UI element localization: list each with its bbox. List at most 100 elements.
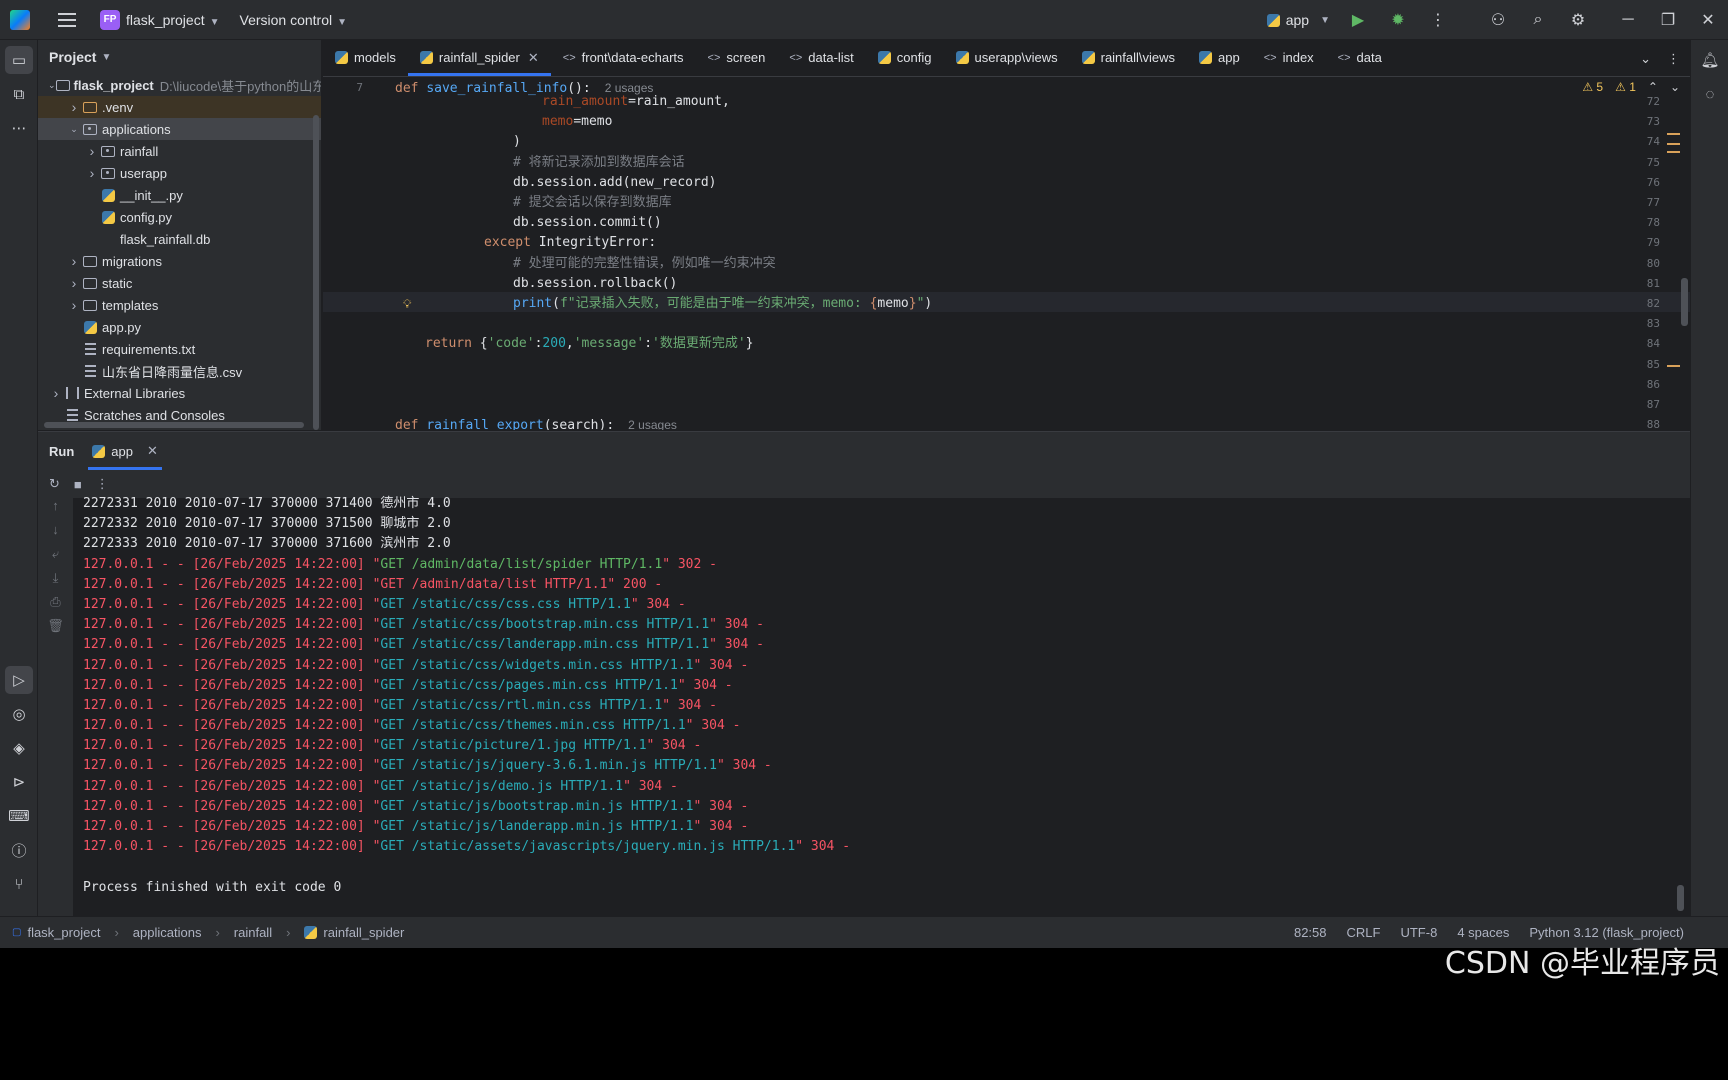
- more-tools-icon[interactable]: ⋯: [5, 114, 33, 142]
- tree-item[interactable]: app.py: [38, 316, 321, 338]
- run-tab-app[interactable]: app ✕: [88, 432, 162, 470]
- restore-icon[interactable]: ❐: [1648, 0, 1688, 40]
- project-badge[interactable]: FP: [100, 9, 120, 30]
- console-scrollbar[interactable]: [1677, 885, 1684, 911]
- problems-icon[interactable]: ⓘ: [5, 836, 33, 864]
- breadcrumb-item[interactable]: applications: [133, 925, 202, 940]
- tab-rainfall-views[interactable]: rainfall\views: [1070, 39, 1187, 76]
- breadcrumb-item[interactable]: flask_project: [27, 925, 100, 940]
- tree-item[interactable]: › userapp: [38, 162, 321, 184]
- tree-item[interactable]: › rainfall: [38, 140, 321, 162]
- services-icon[interactable]: ⊳: [5, 768, 33, 796]
- chevron-right-icon[interactable]: ›: [84, 143, 100, 159]
- inspection-widget[interactable]: ⚠ 5 ⚠ 1 ⌃ ⌄: [1582, 80, 1680, 94]
- tree-item[interactable]: › migrations: [38, 250, 321, 272]
- close-tab-icon[interactable]: ✕: [528, 50, 539, 66]
- terminal-icon[interactable]: ⌨: [5, 802, 33, 830]
- lightbulb-icon[interactable]: 💡︎: [403, 294, 411, 314]
- breadcrumb-item[interactable]: rainfall: [234, 925, 272, 940]
- run-icon[interactable]: ▶: [1338, 0, 1378, 40]
- tree-item[interactable]: › External Libraries: [38, 382, 321, 404]
- python-packages-icon[interactable]: ◈: [5, 734, 33, 762]
- log-request: GET /admin/data/list/spider HTTP/1.1: [380, 556, 663, 572]
- more-options-icon[interactable]: ⋮: [96, 476, 109, 492]
- tree-item[interactable]: ⌄ applications: [38, 118, 321, 140]
- tree-item[interactable]: ⌄ flask_project D:\liucode\基于python的山东省: [38, 74, 321, 96]
- debug-icon[interactable]: ✹: [1378, 0, 1418, 40]
- tab-rainfall-spider[interactable]: rainfall_spider ✕: [407, 39, 551, 76]
- prev-highlight-icon[interactable]: ⌃: [1648, 80, 1658, 94]
- tab-options-icon[interactable]: ⋮: [1667, 51, 1680, 67]
- tree-item[interactable]: __init__.py: [38, 184, 321, 206]
- chevron-right-icon[interactable]: ›: [48, 385, 64, 401]
- vcs-label: Version control: [239, 11, 333, 28]
- python-console-icon[interactable]: ◎: [5, 700, 33, 728]
- folder-icon: [83, 299, 97, 311]
- print-icon[interactable]: ⎙: [38, 594, 73, 618]
- line-separator[interactable]: CRLF: [1347, 925, 1381, 940]
- stop-icon[interactable]: ■: [74, 477, 82, 492]
- tree-item[interactable]: 山东省日降雨量信息.csv: [38, 360, 321, 382]
- add-user-icon[interactable]: ⚇: [1478, 0, 1518, 40]
- close-icon[interactable]: ✕: [1688, 0, 1728, 40]
- chevron-right-icon[interactable]: ›: [66, 99, 82, 115]
- git-icon[interactable]: ⑂: [5, 870, 33, 898]
- tree-item[interactable]: › static: [38, 272, 321, 294]
- tree-item[interactable]: config.py: [38, 206, 321, 228]
- tab-app[interactable]: app: [1187, 39, 1252, 76]
- file-encoding[interactable]: UTF-8: [1400, 925, 1437, 940]
- vcs-menu[interactable]: Version control ▼: [240, 12, 348, 28]
- console-line: 127.0.0.1 - - [26/Feb/2025 14:22:00] "GE…: [83, 797, 1643, 817]
- tab-data-list[interactable]: <> data-list: [777, 39, 865, 76]
- rerun-icon[interactable]: ↻: [49, 476, 60, 492]
- structure-tool-icon[interactable]: ⧉: [5, 80, 33, 108]
- next-highlight-icon[interactable]: ⌄: [1670, 80, 1680, 94]
- project-panel: Project ▼ ⌄ flask_project D:\liucode\基于pyth…: [38, 40, 322, 430]
- clear-all-icon[interactable]: 🗑︎: [38, 618, 73, 642]
- tab-index[interactable]: <> index: [1252, 39, 1326, 76]
- project-tool-icon[interactable]: ▭: [5, 46, 33, 74]
- scroll-to-end-icon[interactable]: ⤓: [38, 570, 73, 594]
- tab-screen[interactable]: <> screen: [696, 39, 778, 76]
- settings-icon[interactable]: ⚙: [1558, 0, 1598, 40]
- tab-front-data-echarts[interactable]: <> front\data-echarts: [551, 39, 696, 76]
- chevron-down-icon[interactable]: ⌄: [48, 80, 56, 91]
- more-actions-icon[interactable]: ⋮: [1418, 0, 1458, 40]
- tree-item[interactable]: requirements.txt: [38, 338, 321, 360]
- code-editor[interactable]: ⚠ 5 ⚠ 1 ⌃ ⌄ def save_rainfall_info(): 2 u…: [323, 78, 1690, 430]
- scroll-down-icon[interactable]: ↓: [38, 522, 73, 546]
- close-tab-icon[interactable]: ✕: [147, 443, 158, 459]
- chevron-down-icon[interactable]: ⌄: [66, 124, 82, 135]
- tab-data[interactable]: <> data: [1326, 39, 1394, 76]
- chevron-right-icon[interactable]: ›: [84, 165, 100, 181]
- tree-item[interactable]: › .venv: [38, 96, 321, 118]
- run-config-selector[interactable]: app ▼: [1259, 12, 1338, 28]
- tab-list-chevron-icon[interactable]: ⌄: [1640, 51, 1651, 67]
- tab-userapp-views[interactable]: userapp\views: [944, 39, 1070, 76]
- main-menu-icon[interactable]: [58, 12, 76, 27]
- project-switcher[interactable]: flask_project ▼: [126, 12, 220, 28]
- project-panel-header[interactable]: Project ▼: [38, 40, 321, 74]
- editor-scrollbar[interactable]: [1681, 278, 1688, 326]
- tree-item[interactable]: flask_rainfall.db: [38, 228, 321, 250]
- scroll-up-icon[interactable]: ↑: [38, 498, 73, 522]
- tree-scrollbar-horizontal[interactable]: [44, 422, 304, 428]
- soft-wrap-icon[interactable]: ⤶: [38, 546, 73, 570]
- tab-config[interactable]: config: [866, 39, 944, 76]
- file-type-icon: [100, 210, 116, 224]
- search-icon[interactable]: ⌕: [1518, 0, 1558, 40]
- tab-models[interactable]: models: [323, 39, 408, 76]
- breadcrumb-item[interactable]: rainfall_spider: [323, 925, 404, 940]
- console-output[interactable]: 2272331 2010 2010-07-17 370000 371400 德州…: [83, 494, 1643, 913]
- notifications-icon[interactable]: 🔔︎: [1696, 46, 1724, 74]
- chevron-right-icon[interactable]: ›: [66, 275, 82, 291]
- tree-item[interactable]: › templates: [38, 294, 321, 316]
- tree-scrollbar[interactable]: [313, 115, 319, 430]
- ai-assistant-icon[interactable]: ◌: [1696, 80, 1724, 108]
- chevron-right-icon[interactable]: ›: [66, 253, 82, 269]
- chevron-right-icon[interactable]: ›: [66, 297, 82, 313]
- caret-position[interactable]: 82:58: [1294, 925, 1327, 940]
- run-tool-icon[interactable]: ▷: [5, 666, 33, 694]
- tree-item-label: 山东省日降雨量信息.csv: [102, 364, 243, 380]
- minimize-icon[interactable]: ─: [1608, 0, 1648, 40]
